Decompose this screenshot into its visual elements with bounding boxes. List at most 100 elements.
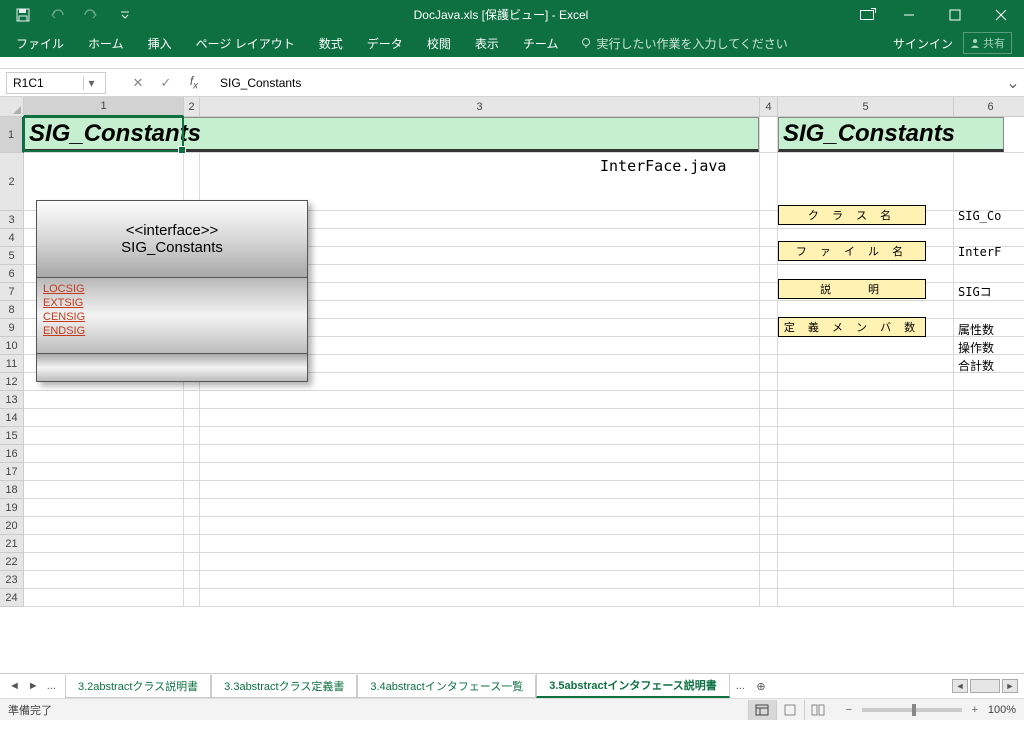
column-header[interactable]: 4 (760, 97, 778, 117)
select-all-corner[interactable] (0, 97, 24, 117)
formula-input[interactable] (216, 72, 1002, 94)
undo-icon[interactable] (40, 3, 74, 27)
value-classname: SIG_Co (958, 209, 1001, 223)
column-header[interactable]: 1 (24, 97, 184, 117)
tab-data[interactable]: データ (355, 29, 415, 57)
sign-in-link[interactable]: サインイン (893, 35, 953, 52)
row-header[interactable]: 15 (0, 427, 24, 445)
row-header[interactable]: 3 (0, 211, 24, 229)
section-heading-right: SIG_Constants (778, 117, 1004, 152)
fx-icon[interactable]: fx (180, 72, 208, 94)
scroll-left-icon[interactable]: ◄ (952, 679, 968, 693)
row-header[interactable]: 6 (0, 265, 24, 283)
zoom-controls: − + 100% (842, 704, 1016, 716)
tab-formulas[interactable]: 数式 (307, 29, 355, 57)
sheet-tab-bar: ◄ ► ... 3.2abstractクラス説明書 3.3abstractクラス… (0, 673, 1024, 698)
minimize-button[interactable] (886, 0, 932, 29)
cancel-formula-icon[interactable]: ✕ (124, 72, 152, 94)
row-header[interactable]: 19 (0, 499, 24, 517)
row-header[interactable]: 10 (0, 337, 24, 355)
zoom-in-button[interactable]: + (968, 704, 982, 716)
save-icon[interactable] (6, 3, 40, 27)
row-headers: 123456789101112131415161718192021222324 (0, 117, 24, 607)
value-filename: InterF (958, 245, 1001, 259)
chevron-down-icon[interactable]: ▾ (83, 76, 99, 90)
row-header[interactable]: 8 (0, 301, 24, 319)
person-icon (970, 38, 980, 48)
column-header[interactable]: 6 (954, 97, 1024, 117)
row-header[interactable]: 17 (0, 463, 24, 481)
uml-member: CENSIG (43, 310, 301, 324)
sheet-nav-prev-icon[interactable]: ◄ (6, 680, 23, 692)
label-filename: フ ァ イ ル 名 (778, 241, 926, 261)
zoom-slider[interactable] (862, 708, 962, 712)
uml-member: LOCSIG (43, 282, 301, 296)
window-controls (886, 0, 1024, 29)
zoom-out-button[interactable]: − (842, 704, 856, 716)
tab-file[interactable]: ファイル (4, 29, 76, 57)
row-header[interactable]: 18 (0, 481, 24, 499)
row-header[interactable]: 9 (0, 319, 24, 337)
column-header[interactable]: 2 (184, 97, 200, 117)
tell-me-search[interactable]: 実行したい作業を入力してください (580, 35, 787, 52)
uml-footer (36, 354, 308, 382)
tab-team[interactable]: チーム (511, 29, 571, 57)
view-page-layout-icon[interactable] (776, 700, 804, 720)
column-header[interactable]: 5 (778, 97, 954, 117)
name-box[interactable]: R1C1 ▾ (6, 72, 106, 94)
row-header[interactable]: 24 (0, 589, 24, 607)
row-header[interactable]: 7 (0, 283, 24, 301)
maximize-button[interactable] (932, 0, 978, 29)
row-header[interactable]: 16 (0, 445, 24, 463)
tab-view[interactable]: 表示 (463, 29, 511, 57)
sheet-nav-ellipsis-right[interactable]: ... (730, 680, 751, 692)
uml-member: EXTSIG (43, 296, 301, 310)
column-header[interactable]: 3 (200, 97, 760, 117)
row-header[interactable]: 23 (0, 571, 24, 589)
scroll-right-icon[interactable]: ► (1002, 679, 1018, 693)
row-header[interactable]: 4 (0, 229, 24, 247)
sheet-tab-1[interactable]: 3.2abstractクラス説明書 (65, 675, 211, 698)
new-sheet-button[interactable]: ⊕ (751, 680, 771, 693)
row-header[interactable]: 14 (0, 409, 24, 427)
sheet-tab-4[interactable]: 3.5abstractインタフェース説明書 (536, 674, 730, 698)
zoom-level[interactable]: 100% (988, 704, 1016, 716)
row-header[interactable]: 22 (0, 553, 24, 571)
quick-access-toolbar (0, 3, 142, 27)
sheet-nav-next-icon[interactable]: ► (25, 680, 42, 692)
tab-home[interactable]: ホーム (76, 29, 136, 57)
row-header[interactable]: 11 (0, 355, 24, 373)
ribbon-display-options-icon[interactable] (860, 10, 874, 20)
view-normal-icon[interactable] (748, 700, 776, 720)
sheet-tab-3[interactable]: 3.4abstractインタフェース一覧 (357, 675, 536, 698)
value-attr-count: 属性数 (958, 321, 994, 338)
title-bar: DocJava.xls [保護ビュー] - Excel (0, 0, 1024, 29)
enter-formula-icon[interactable]: ✓ (152, 72, 180, 94)
tab-review[interactable]: 校閲 (415, 29, 463, 57)
close-button[interactable] (978, 0, 1024, 29)
view-page-break-icon[interactable] (804, 700, 832, 720)
qat-customize-icon[interactable] (108, 3, 142, 27)
row-header[interactable]: 21 (0, 535, 24, 553)
expand-formula-bar-icon[interactable]: ⌄ (1002, 73, 1024, 93)
sheet-nav: ◄ ► ... (0, 680, 65, 692)
horizontal-scrollbar: ◄ ► (952, 679, 1024, 693)
scroll-thumb[interactable] (970, 679, 1000, 693)
section-heading: SIG_Constants (24, 117, 759, 152)
sheet-tab-2[interactable]: 3.3abstractクラス定義書 (211, 675, 357, 698)
uml-interface-shape[interactable]: <<interface>> SIG_Constants LOCSIGEXTSIG… (36, 200, 308, 382)
uml-member: ENDSIG (43, 324, 301, 338)
row-header[interactable]: 12 (0, 373, 24, 391)
tab-page-layout[interactable]: ページ レイアウト (184, 29, 307, 57)
tab-insert[interactable]: 挿入 (136, 29, 184, 57)
share-button[interactable]: 共有 (963, 32, 1012, 54)
row-header[interactable]: 5 (0, 247, 24, 265)
row-header[interactable]: 1 (0, 117, 24, 153)
label-members: 定 義 メ ン バ 数 (778, 317, 926, 337)
row-header[interactable]: 20 (0, 517, 24, 535)
row-header[interactable]: 2 (0, 153, 24, 211)
redo-icon[interactable] (74, 3, 108, 27)
sheet-nav-ellipsis[interactable]: ... (44, 680, 59, 692)
worksheet-area[interactable]: 123456 123456789101112131415161718192021… (0, 97, 1024, 673)
row-header[interactable]: 13 (0, 391, 24, 409)
